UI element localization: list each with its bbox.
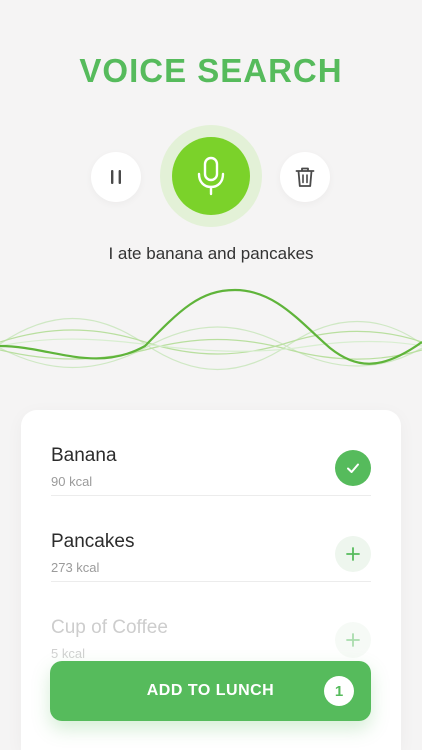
add-item-button[interactable] — [335, 536, 371, 572]
list-item[interactable]: Cup of Coffee 5 kcal — [21, 582, 401, 668]
add-item-button[interactable] — [335, 622, 371, 658]
food-name: Cup of Coffee — [51, 617, 168, 638]
selected-count-badge: 1 — [324, 676, 354, 706]
plus-icon — [346, 547, 360, 561]
list-item[interactable]: Banana 90 kcal — [21, 410, 401, 496]
pause-button[interactable] — [91, 152, 141, 202]
plus-icon — [346, 633, 360, 647]
wave-line-faint-4 — [0, 338, 422, 360]
list-item[interactable]: Pancakes 273 kcal — [21, 496, 401, 582]
food-kcal: 90 kcal — [51, 474, 93, 489]
microphone-button[interactable] — [172, 137, 250, 215]
food-kcal: 5 kcal — [51, 646, 85, 661]
check-icon — [347, 463, 359, 473]
wave-line-faint-5 — [0, 338, 422, 352]
food-kcal: 273 kcal — [51, 560, 100, 575]
wave-line-faint-2 — [0, 326, 422, 368]
food-name: Pancakes — [51, 531, 135, 552]
trash-icon — [295, 167, 315, 187]
microphone-icon — [197, 156, 225, 196]
voice-waveform — [0, 288, 422, 370]
page-title: VOICE SEARCH — [79, 52, 343, 89]
add-to-lunch-button[interactable]: ADD TO LUNCH 1 — [50, 661, 371, 721]
selected-checkbox[interactable] — [335, 450, 371, 486]
food-name: Banana — [51, 445, 117, 466]
pause-icon — [111, 170, 121, 184]
delete-button[interactable] — [280, 152, 330, 202]
transcript-text: I ate banana and pancakes — [108, 244, 314, 263]
add-to-lunch-label: ADD TO LUNCH — [146, 682, 275, 699]
